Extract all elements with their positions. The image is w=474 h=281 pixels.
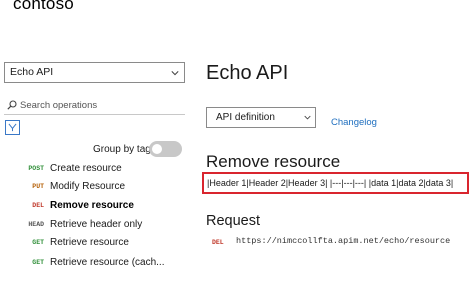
- chevron-down-icon: [304, 115, 311, 120]
- operation-verb: HEAD: [28, 221, 44, 228]
- brand-logo[interactable]: contoso: [13, 0, 74, 14]
- search-icon: [7, 100, 17, 110]
- api-select[interactable]: Echo API: [4, 62, 185, 83]
- chevron-down-icon: [171, 71, 179, 76]
- operation-verb: DEL: [32, 202, 44, 209]
- request-url: https://nimccollfta.apim.net/echo/resour…: [236, 236, 451, 246]
- filter-button[interactable]: [5, 120, 20, 135]
- description-text: |Header 1|Header 2|Header 3| |---|---|--…: [207, 178, 454, 188]
- group-by-tag-toggle[interactable]: [149, 141, 182, 157]
- operation-item[interactable]: GET Retrieve resource (cach...: [0, 254, 190, 272]
- operation-description: |Header 1|Header 2|Header 3| |---|---|--…: [202, 172, 469, 194]
- operation-item[interactable]: GET Retrieve resource: [0, 234, 190, 252]
- operation-item[interactable]: HEAD Retrieve header only: [0, 216, 190, 234]
- changelog-link[interactable]: Changelog: [331, 117, 377, 128]
- search-operations[interactable]: [4, 97, 185, 115]
- api-select-value: Echo API: [10, 66, 54, 78]
- definition-select[interactable]: API definition: [206, 107, 316, 128]
- operation-name: Retrieve header only: [50, 219, 143, 230]
- operation-name: Modify Resource: [50, 181, 126, 192]
- toggle-knob: [152, 144, 162, 154]
- filter-icon: [8, 123, 17, 132]
- definition-select-value: API definition: [216, 112, 275, 123]
- operation-verb: GET: [32, 239, 44, 246]
- operation-name: Retrieve resource (cach...: [50, 257, 165, 268]
- operation-name: Remove resource: [50, 200, 134, 211]
- operation-verb: GET: [32, 259, 44, 266]
- operation-name: Retrieve resource: [50, 237, 129, 248]
- request-verb: DEL: [212, 239, 224, 246]
- operation-verb: PUT: [32, 183, 44, 190]
- page-title: Echo API: [206, 62, 289, 84]
- operation-verb: POST: [28, 165, 44, 172]
- operation-item[interactable]: PUT Modify Resource: [0, 178, 190, 196]
- request-heading: Request: [206, 213, 261, 229]
- operation-item[interactable]: POST Create resource: [0, 160, 190, 178]
- search-input[interactable]: [20, 97, 180, 113]
- group-by-tag-label: Group by tag: [93, 144, 151, 155]
- operation-name: Create resource: [50, 163, 122, 174]
- operation-item-selected[interactable]: DEL Remove resource: [0, 197, 190, 215]
- operation-title: Remove resource: [206, 152, 341, 171]
